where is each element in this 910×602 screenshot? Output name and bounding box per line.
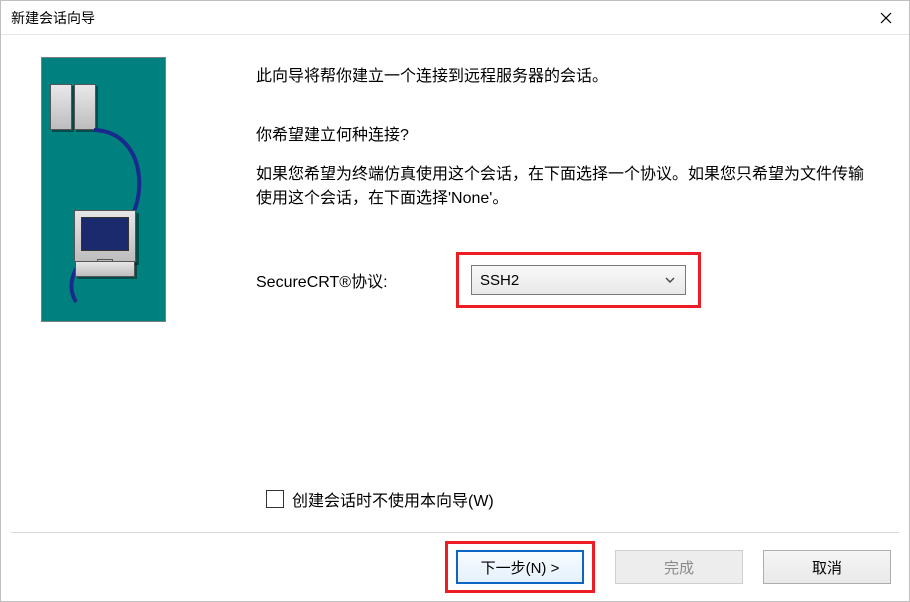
- cancel-button-label: 取消: [812, 557, 842, 578]
- question-text: 你希望建立何种连接?: [256, 124, 869, 149]
- titlebar: 新建会话向导: [1, 1, 909, 35]
- skip-wizard-label: 创建会话时不使用本向导(W): [292, 487, 494, 511]
- window-title: 新建会话向导: [11, 8, 95, 28]
- next-button[interactable]: 下一步(N) >: [456, 550, 584, 584]
- finish-button-label: 完成: [664, 557, 694, 578]
- finish-button: 完成: [615, 550, 743, 584]
- monitor-icon: [74, 210, 136, 262]
- wizard-content: 此向导将帮你建立一个连接到远程服务器的会话。 你希望建立何种连接? 如果您希望为…: [1, 35, 909, 531]
- wizard-graphic: [41, 57, 166, 322]
- intro-text: 此向导将帮你建立一个连接到远程服务器的会话。: [256, 65, 869, 90]
- cancel-button[interactable]: 取消: [763, 550, 891, 584]
- skip-wizard-checkbox-row[interactable]: 创建会话时不使用本向导(W): [266, 487, 494, 511]
- highlight-next: 下一步(N) >: [445, 541, 595, 593]
- next-button-label: 下一步(N) >: [481, 557, 560, 578]
- wizard-footer: 下一步(N) > 完成 取消: [1, 533, 909, 601]
- cable-icon: [42, 58, 166, 322]
- close-button[interactable]: [863, 1, 909, 35]
- close-icon: [880, 12, 892, 24]
- protocol-label: SecureCRT®协议:: [256, 268, 456, 292]
- hint-text: 如果您希望为终端仿真使用这个会话，在下面选择一个协议。如果您只希望为文件传输使用…: [256, 163, 869, 213]
- chevron-down-icon: [665, 275, 675, 285]
- wizard-text-pane: 此向导将帮你建立一个连接到远程服务器的会话。 你希望建立何种连接? 如果您希望为…: [256, 53, 869, 308]
- checkbox-icon[interactable]: [266, 490, 284, 508]
- protocol-select[interactable]: SSH2: [471, 265, 686, 295]
- protocol-row: SecureCRT®协议: SSH2: [256, 252, 869, 308]
- highlight-protocol: SSH2: [456, 252, 701, 308]
- protocol-value: SSH2: [480, 272, 519, 289]
